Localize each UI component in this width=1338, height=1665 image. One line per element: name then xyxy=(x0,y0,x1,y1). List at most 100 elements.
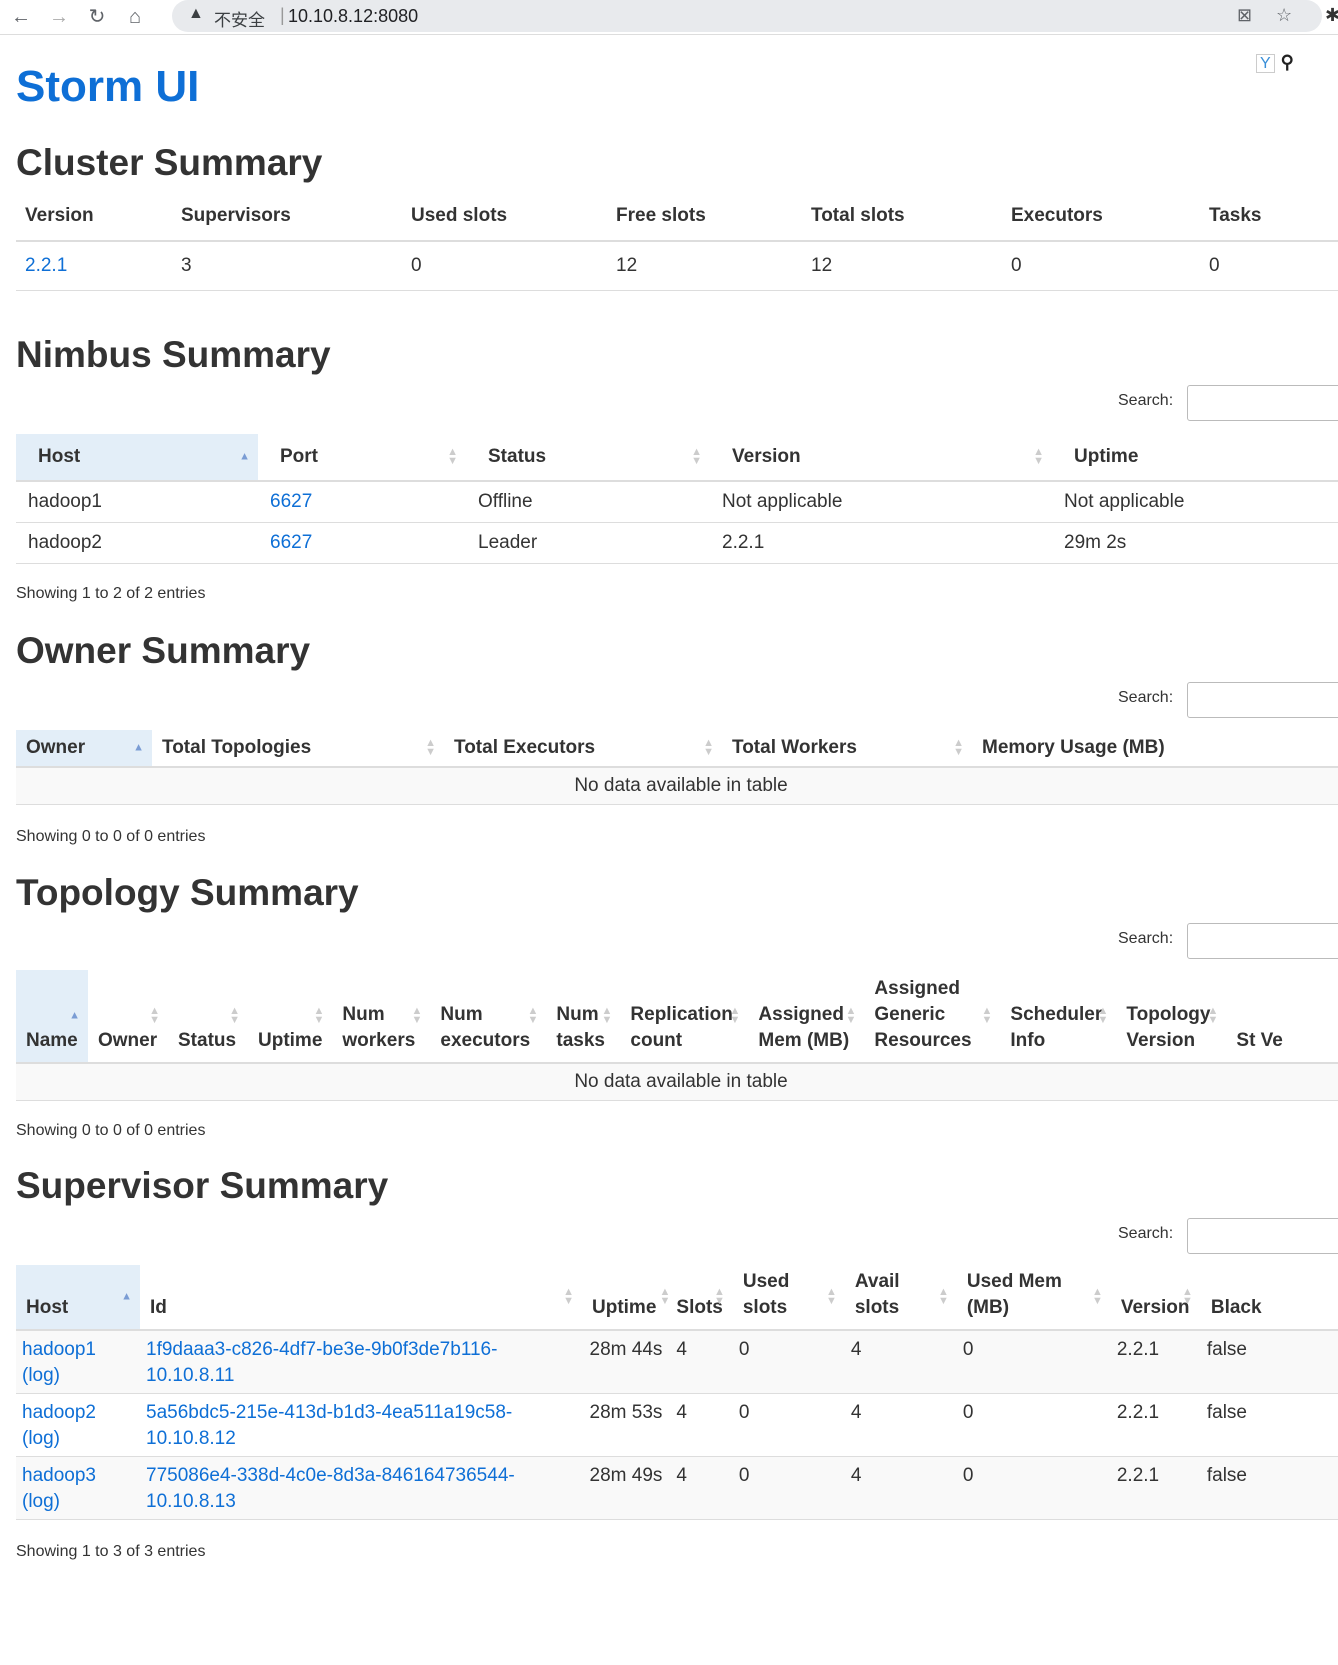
log-link[interactable]: (log) xyxy=(22,1365,60,1386)
search-icon[interactable]: ⚲ xyxy=(1281,52,1294,72)
nimbus-info: Showing 1 to 2 of 2 entries xyxy=(16,585,206,602)
supervisor-search-input[interactable] xyxy=(1187,1218,1338,1254)
col-port[interactable]: Port ▲ ▼ xyxy=(258,434,466,482)
table-row: hadoop1 6627 Offline Not applicable Not … xyxy=(16,481,1338,523)
topology-summary-table: Name ▲ Owner ▲ ▼ Status ▲ ▼ Uptime ▲ ▼ Num work… xyxy=(16,970,1338,1101)
col-version[interactable]: Version ▲ ▼ xyxy=(1110,1265,1201,1331)
host-cell: hadoop1 xyxy=(16,481,258,523)
log-link[interactable]: (log) xyxy=(22,1491,60,1512)
home-icon[interactable]: ⌂ xyxy=(122,4,148,30)
col-version: Version xyxy=(16,192,172,242)
sort-icon: ▲ ▼ xyxy=(313,1005,325,1026)
col-avail-slots[interactable]: Avail slots ▲ ▼ xyxy=(844,1265,957,1331)
status-cell: Offline xyxy=(466,481,710,523)
uptime-cell: 28m 49s xyxy=(582,1456,667,1520)
sort-icon: ▲ ▼ xyxy=(1091,1286,1103,1307)
col-slots[interactable]: Slots ▲ ▼ xyxy=(666,1265,733,1331)
col-replication-count[interactable]: Replication count ▲ ▼ xyxy=(620,970,749,1064)
col-status[interactable]: Status ▲ ▼ xyxy=(466,434,710,482)
col-storm-version[interactable]: St Ve xyxy=(1226,970,1338,1064)
blacklisted-cell: false xyxy=(1200,1393,1338,1457)
supervisor-info: Showing 1 to 3 of 3 entries xyxy=(16,1543,206,1560)
version-cell: Not applicable xyxy=(710,481,1052,523)
col-total-executors[interactable]: Total Executors ▲ ▼ xyxy=(444,730,722,768)
translate-icon[interactable]: ⊠ xyxy=(1237,5,1252,26)
bookmark-star-icon[interactable]: ☆ xyxy=(1276,5,1292,26)
url-text: 10.10.8.12:8080 xyxy=(288,6,419,26)
col-uptime[interactable]: Uptime xyxy=(1052,434,1338,482)
col-tasks: Tasks xyxy=(1200,192,1338,242)
security-label: 不安全 xyxy=(214,11,265,30)
col-num-tasks[interactable]: Num tasks ▲ ▼ xyxy=(546,970,621,1064)
supervisors-value: 3 xyxy=(172,241,402,291)
col-scheduler-info[interactable]: Scheduler Info ▲ ▼ xyxy=(1000,970,1117,1064)
col-assigned-mem[interactable]: Assigned Mem (MB) ▲ ▼ xyxy=(748,970,865,1064)
total-slots-value: 12 xyxy=(802,241,1002,291)
host-link[interactable]: hadoop1 xyxy=(22,1339,96,1360)
port-link[interactable]: 6627 xyxy=(270,491,312,512)
empty-row: No data available in table xyxy=(16,767,1338,805)
col-memory-usage[interactable]: Memory Usage (MB) xyxy=(972,730,1338,768)
col-uptime[interactable]: Uptime ▲ ▼ xyxy=(248,970,333,1064)
col-num-workers[interactable]: Num workers ▲ ▼ xyxy=(332,970,431,1064)
col-name[interactable]: Name ▲ xyxy=(16,970,88,1064)
back-icon[interactable]: ← xyxy=(8,4,34,30)
cluster-summary-heading: Cluster Summary xyxy=(16,142,323,183)
sort-icon: ▲ ▼ xyxy=(527,1005,539,1026)
col-total-topologies[interactable]: Total Topologies ▲ ▼ xyxy=(152,730,444,768)
uptime-cell: 28m 53s xyxy=(582,1393,667,1457)
supervisor-id-link[interactable]: 1f9daaa3-c826-4df7-be3e-9b0f3de7b116-10.… xyxy=(146,1339,497,1386)
y-icon[interactable]: Y xyxy=(1256,54,1275,73)
host-link[interactable]: hadoop2 xyxy=(22,1402,96,1423)
col-owner[interactable]: Owner ▲ xyxy=(16,730,152,768)
used-slots-value: 0 xyxy=(402,241,607,291)
extension-icon[interactable]: ✱ xyxy=(1325,5,1338,26)
col-executors: Executors xyxy=(1002,192,1200,242)
col-free-slots: Free slots xyxy=(607,192,802,242)
nimbus-summary-table: Host ▲ Port ▲ ▼ Status ▲ ▼ Version ▲ ▼ Uptime h… xyxy=(16,434,1338,564)
owner-search-input[interactable] xyxy=(1187,682,1338,718)
status-cell: Leader xyxy=(466,522,710,564)
host-cell: hadoop2 xyxy=(16,522,258,564)
supervisor-id-link[interactable]: 775086e4-338d-4c0e-8d3a-846164736544-10.… xyxy=(146,1465,515,1512)
supervisor-search-label: Search: xyxy=(1118,1225,1174,1242)
version-cell: 2.2.1 xyxy=(1110,1456,1201,1520)
log-link[interactable]: (log) xyxy=(22,1428,60,1449)
tasks-value: 0 xyxy=(1200,241,1338,291)
col-host[interactable]: Host ▲ xyxy=(16,1265,140,1331)
col-owner[interactable]: Owner ▲ ▼ xyxy=(88,970,168,1064)
host-link[interactable]: hadoop3 xyxy=(22,1465,96,1486)
address-bar[interactable]: ▲ 不安全 | 10.10.8.12:8080 ⊠ ☆ xyxy=(172,0,1322,32)
sort-icon: ▲ ▼ xyxy=(447,446,458,467)
owner-info: Showing 0 to 0 of 0 entries xyxy=(16,828,206,845)
reload-icon[interactable]: ↻ xyxy=(84,4,110,30)
table-row: hadoop1 (log) 1f9daaa3-c826-4df7-be3e-9b0… xyxy=(16,1330,1338,1394)
col-version[interactable]: Version ▲ ▼ xyxy=(710,434,1052,482)
sort-icon: ▲ ▼ xyxy=(1033,446,1044,467)
col-uptime[interactable]: Uptime ▲ ▼ xyxy=(582,1265,670,1331)
topology-search-input[interactable] xyxy=(1187,923,1338,959)
col-used-slots[interactable]: Used slots ▲ ▼ xyxy=(732,1265,845,1331)
topology-summary-heading: Topology Summary xyxy=(16,872,359,913)
col-num-executors[interactable]: Num executors ▲ ▼ xyxy=(430,970,547,1064)
supervisor-id-link[interactable]: 5a56bdc5-215e-413d-b1d3-4ea511a19c58-10.… xyxy=(146,1402,512,1449)
col-host[interactable]: Host ▲ xyxy=(16,434,258,482)
forward-icon[interactable]: → xyxy=(46,4,72,30)
version-link[interactable]: 2.2.1 xyxy=(25,255,67,276)
nimbus-search-input[interactable] xyxy=(1187,385,1338,421)
free-slots-value: 12 xyxy=(607,241,802,291)
col-topology-version[interactable]: Topology Version ▲ ▼ xyxy=(1116,970,1227,1064)
col-blacklisted[interactable]: Black xyxy=(1200,1265,1338,1331)
col-used-mem[interactable]: Used Mem (MB) ▲ ▼ xyxy=(956,1265,1111,1331)
supervisor-summary-heading: Supervisor Summary xyxy=(16,1165,389,1206)
corner-icons: Y ⚲ xyxy=(1256,52,1294,73)
page-title: Storm UI xyxy=(16,62,200,111)
slots-cell: 4 xyxy=(666,1393,733,1457)
col-status[interactable]: Status ▲ ▼ xyxy=(168,970,248,1064)
col-total-workers[interactable]: Total Workers ▲ ▼ xyxy=(722,730,972,768)
sort-icon: ▲ ▼ xyxy=(845,1005,857,1026)
sort-icon: ▲ ▼ xyxy=(953,737,964,758)
col-assigned-generic-resources[interactable]: Assigned Generic Resources ▲ ▼ xyxy=(864,970,1001,1064)
port-link[interactable]: 6627 xyxy=(270,532,312,553)
col-id[interactable]: Id ▲ ▼ xyxy=(140,1265,582,1331)
